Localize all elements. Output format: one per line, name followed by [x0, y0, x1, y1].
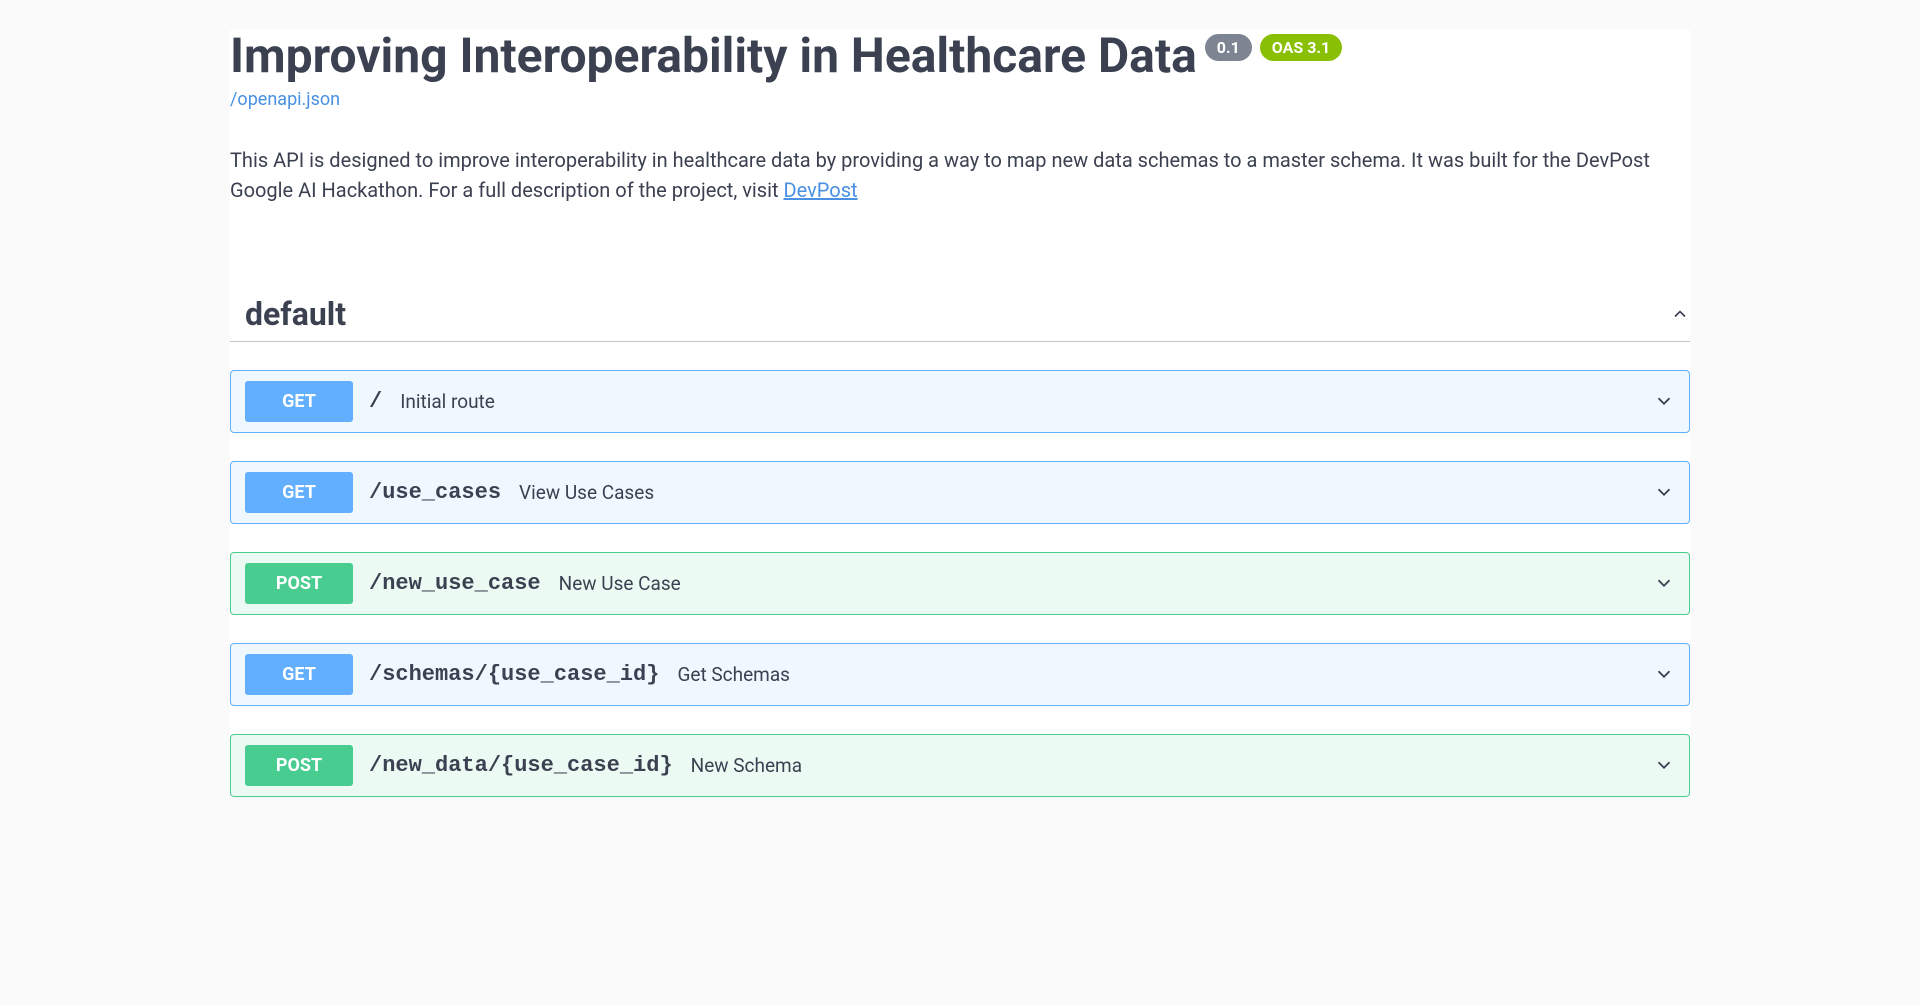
operation-row[interactable]: GET /use_cases View Use Cases — [230, 461, 1690, 524]
operation-summary: Get Schemas — [677, 663, 1653, 686]
operation-row[interactable]: POST /new_use_case New Use Case — [230, 552, 1690, 615]
operation-row[interactable]: POST /new_data/{use_case_id} New Schema — [230, 734, 1690, 797]
method-badge: GET — [245, 381, 353, 422]
operation-path: / — [369, 389, 382, 414]
operation-summary: New Schema — [691, 754, 1653, 777]
operation-row[interactable]: GET /schemas/{use_case_id} Get Schemas — [230, 643, 1690, 706]
operation-row[interactable]: GET / Initial route — [230, 370, 1690, 433]
chevron-down-icon — [1653, 663, 1675, 685]
devpost-link[interactable]: DevPost — [784, 178, 858, 202]
operation-path: /new_data/{use_case_id} — [369, 753, 673, 778]
chevron-up-icon — [1670, 304, 1690, 324]
operation-path: /new_use_case — [369, 571, 541, 596]
chevron-down-icon — [1653, 572, 1675, 594]
operations-list: GET / Initial route GET /use_cases View … — [230, 370, 1690, 797]
chevron-down-icon — [1653, 754, 1675, 776]
tag-name: default — [230, 295, 346, 333]
api-title: Improving Interoperability in Healthcare… — [230, 30, 1197, 83]
operation-summary: View Use Cases — [519, 481, 1653, 504]
method-badge: POST — [245, 745, 353, 786]
method-badge: GET — [245, 472, 353, 513]
openapi-spec-link[interactable]: /openapi.json — [230, 89, 1690, 110]
operation-summary: Initial route — [400, 390, 1653, 413]
api-description: This API is designed to improve interope… — [230, 145, 1690, 205]
tag-header-default[interactable]: default — [230, 295, 1690, 342]
chevron-down-icon — [1653, 390, 1675, 412]
chevron-down-icon — [1653, 481, 1675, 503]
method-badge: GET — [245, 654, 353, 695]
operation-path: /use_cases — [369, 480, 501, 505]
oas-badge: OAS 3.1 — [1260, 34, 1342, 61]
version-badge: 0.1 — [1205, 34, 1252, 61]
operation-path: /schemas/{use_case_id} — [369, 662, 659, 687]
operation-summary: New Use Case — [559, 572, 1653, 595]
method-badge: POST — [245, 563, 353, 604]
